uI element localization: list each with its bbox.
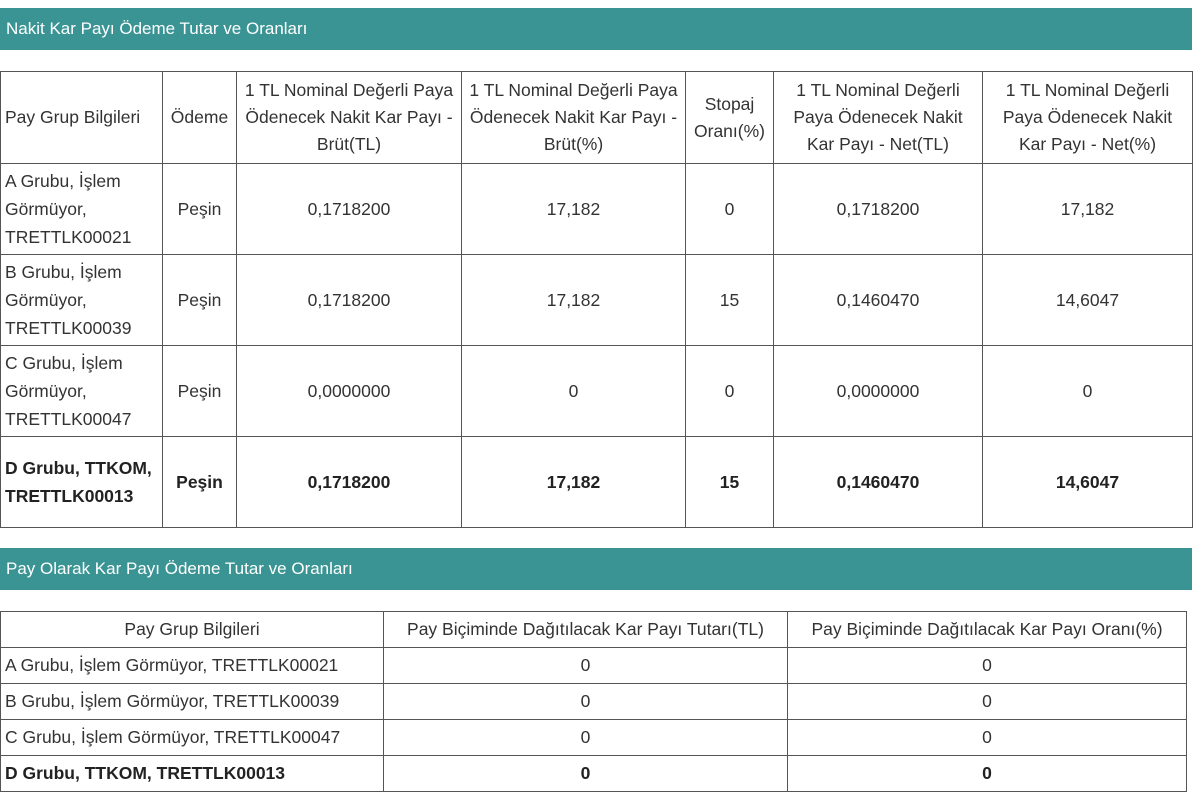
- column-header: 1 TL Nominal Değerli Paya Ödenecek Nakit…: [982, 71, 1193, 164]
- payment-cell: Peşin: [162, 163, 237, 255]
- cash-dividend-section-title: Nakit Kar Payı Ödeme Tutar ve Oranları: [0, 8, 1192, 50]
- net-tl-cell: 0,1460470: [773, 254, 983, 346]
- stock-dividend-amount-cell: 0: [383, 755, 788, 792]
- column-header: Pay Grup Bilgileri: [0, 611, 384, 648]
- stock-dividend-rate-cell: 0: [787, 647, 1187, 684]
- gross-tl-cell: 0,1718200: [236, 436, 462, 528]
- payment-cell: Peşin: [162, 345, 237, 437]
- net-tl-cell: 0,1460470: [773, 436, 983, 528]
- group-info-cell: D Grubu, TTKOM, TRETTLK00013: [0, 755, 384, 792]
- net-tl-cell: 0,1718200: [773, 163, 983, 255]
- net-percent-cell: 0: [982, 345, 1193, 437]
- table-row: C Grubu, İşlem Görmüyor, TRETTLK00047 0 …: [0, 719, 1187, 756]
- net-percent-cell: 17,182: [982, 163, 1193, 255]
- group-info-cell: D Grubu, TTKOM, TRETTLK00013: [0, 436, 163, 528]
- gross-percent-cell: 0: [461, 345, 686, 437]
- group-info-cell: A Grubu, İşlem Görmüyor, TRETTLK00021: [0, 647, 384, 684]
- stock-dividend-section-title: Pay Olarak Kar Payı Ödeme Tutar ve Oranl…: [0, 548, 1192, 590]
- column-header: Pay Grup Bilgileri: [0, 71, 163, 164]
- withholding-rate-cell: 0: [685, 345, 774, 437]
- group-info-cell: C Grubu, İşlem Görmüyor, TRETTLK00047: [0, 719, 384, 756]
- gross-percent-cell: 17,182: [461, 254, 686, 346]
- gross-percent-cell: 17,182: [461, 163, 686, 255]
- group-info-cell: C Grubu, İşlem Görmüyor, TRETTLK00047: [0, 345, 163, 437]
- net-percent-cell: 14,6047: [982, 254, 1193, 346]
- table-header-row: Pay Grup Bilgileri Pay Biçiminde Dağıtıl…: [0, 611, 1187, 648]
- table-row: D Grubu, TTKOM, TRETTLK00013 Peşin 0,171…: [0, 436, 1193, 528]
- column-header: 1 TL Nominal Değerli Paya Ödenecek Nakit…: [773, 71, 983, 164]
- table-row: B Grubu, İşlem Görmüyor, TRETTLK00039 Pe…: [0, 254, 1193, 346]
- gross-tl-cell: 0,1718200: [236, 163, 462, 255]
- group-info-cell: B Grubu, İşlem Görmüyor, TRETTLK00039: [0, 683, 384, 720]
- stock-dividend-amount-cell: 0: [383, 683, 788, 720]
- table-row: A Grubu, İşlem Görmüyor, TRETTLK00021 0 …: [0, 647, 1187, 684]
- column-header: Pay Biçiminde Dağıtılacak Kar Payı Tutar…: [383, 611, 788, 648]
- table-row: B Grubu, İşlem Görmüyor, TRETTLK00039 0 …: [0, 683, 1187, 720]
- stock-dividend-amount-cell: 0: [383, 647, 788, 684]
- withholding-rate-cell: 0: [685, 163, 774, 255]
- payment-cell: Peşin: [162, 254, 237, 346]
- stock-dividend-table: Pay Grup Bilgileri Pay Biçiminde Dağıtıl…: [0, 611, 1187, 792]
- table-row: D Grubu, TTKOM, TRETTLK00013 0 0: [0, 755, 1187, 792]
- table-row: C Grubu, İşlem Görmüyor, TRETTLK00047 Pe…: [0, 345, 1193, 437]
- stock-dividend-rate-cell: 0: [787, 683, 1187, 720]
- stock-dividend-amount-cell: 0: [383, 719, 788, 756]
- table-row: A Grubu, İşlem Görmüyor, TRETTLK00021 Pe…: [0, 163, 1193, 255]
- gross-tl-cell: 0,1718200: [236, 254, 462, 346]
- column-header: Pay Biçiminde Dağıtılacak Kar Payı Oranı…: [787, 611, 1187, 648]
- net-percent-cell: 14,6047: [982, 436, 1193, 528]
- net-tl-cell: 0,0000000: [773, 345, 983, 437]
- stock-dividend-rate-cell: 0: [787, 755, 1187, 792]
- dividend-page: Nakit Kar Payı Ödeme Tutar ve Oranları P…: [0, 0, 1200, 800]
- column-header: 1 TL Nominal Değerli Paya Ödenecek Nakit…: [461, 71, 686, 164]
- table-header-row: Pay Grup Bilgileri Ödeme 1 TL Nominal De…: [0, 71, 1193, 164]
- withholding-rate-cell: 15: [685, 254, 774, 346]
- column-header: 1 TL Nominal Değerli Paya Ödenecek Nakit…: [236, 71, 462, 164]
- group-info-cell: A Grubu, İşlem Görmüyor, TRETTLK00021: [0, 163, 163, 255]
- cash-dividend-table: Pay Grup Bilgileri Ödeme 1 TL Nominal De…: [0, 71, 1193, 528]
- column-header: Ödeme: [162, 71, 237, 164]
- gross-tl-cell: 0,0000000: [236, 345, 462, 437]
- group-info-cell: B Grubu, İşlem Görmüyor, TRETTLK00039: [0, 254, 163, 346]
- gross-percent-cell: 17,182: [461, 436, 686, 528]
- stock-dividend-rate-cell: 0: [787, 719, 1187, 756]
- withholding-rate-cell: 15: [685, 436, 774, 528]
- payment-cell: Peşin: [162, 436, 237, 528]
- column-header: Stopaj Oranı(%): [685, 71, 774, 164]
